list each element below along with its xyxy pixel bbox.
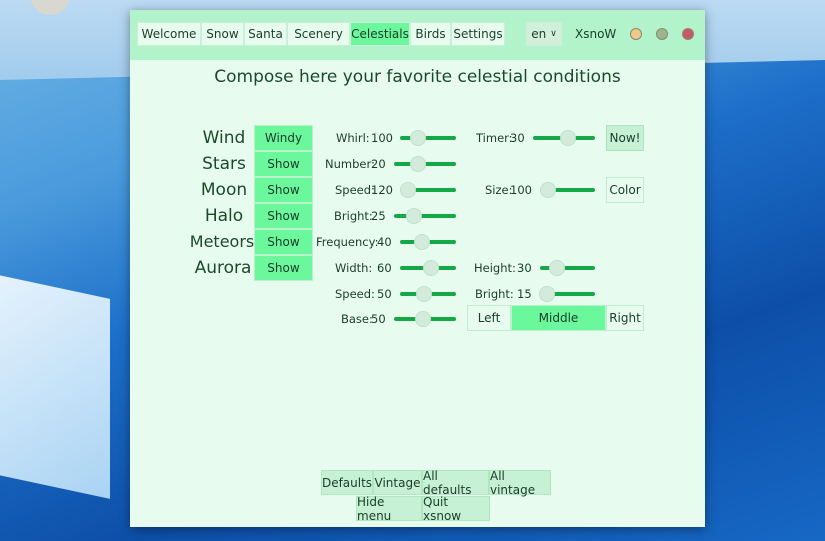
slider-handle[interactable]: [415, 311, 432, 327]
moon-speed-slider[interactable]: [399, 182, 456, 198]
timer-value: 30: [510, 131, 525, 145]
slider-handle[interactable]: [410, 130, 427, 146]
label-moon: Moon: [200, 180, 248, 200]
slider-handle[interactable]: [399, 182, 416, 198]
aurora-width-value: 60: [377, 261, 392, 275]
tab-settings[interactable]: Settings: [451, 22, 505, 46]
maximize-button[interactable]: [656, 28, 668, 40]
aurora-base-slider[interactable]: [394, 311, 456, 327]
label-halo: Halo: [204, 206, 244, 226]
moon-show-button[interactable]: Show: [254, 177, 313, 203]
halo-bright-label: Bright:: [334, 209, 373, 223]
app-name: XsnoW: [575, 27, 617, 41]
tab-birds[interactable]: Birds: [410, 22, 451, 46]
aurora-base-value: 50: [371, 312, 386, 326]
moon-size-value: 100: [510, 183, 532, 197]
tab-welcome[interactable]: Welcome: [137, 22, 201, 46]
frequency-label: Frequency:: [316, 235, 379, 249]
aurora-height-slider[interactable]: [540, 260, 595, 276]
defaults-button[interactable]: Defaults: [321, 470, 373, 495]
wind-toggle-button[interactable]: Windy: [254, 125, 313, 151]
slider-handle[interactable]: [413, 234, 430, 250]
aurora-height-label: Height:: [474, 261, 516, 275]
title-bar: Welcome Snow Santa Scenery Celestials Bi…: [130, 10, 705, 60]
aurora-width-slider[interactable]: [400, 260, 456, 276]
timer-label: Timer:: [476, 131, 513, 145]
moon-speed-label: Speed:: [335, 183, 375, 197]
quit-button[interactable]: Quit xsnow: [422, 495, 490, 523]
tab-santa[interactable]: Santa: [244, 22, 287, 46]
number-value: 20: [371, 157, 386, 171]
slider-handle[interactable]: [538, 286, 555, 302]
aurora-bright-slider[interactable]: [538, 286, 595, 302]
meteors-show-button[interactable]: Show: [254, 229, 313, 255]
aurora-show-button[interactable]: Show: [254, 255, 313, 281]
stars-show-button[interactable]: Show: [254, 151, 313, 177]
moon-speed-value: 120: [371, 183, 393, 197]
aurora-height-value: 30: [517, 261, 532, 275]
moon-size-label: Size:: [485, 183, 513, 197]
minimize-button[interactable]: [630, 28, 642, 40]
align-middle-button[interactable]: Middle: [511, 305, 606, 331]
aurora-bright-value: 15: [517, 287, 532, 301]
slider-handle[interactable]: [422, 260, 439, 276]
timer-slider[interactable]: [533, 130, 595, 146]
moon-size-slider[interactable]: [540, 182, 595, 198]
language-select[interactable]: en ∨: [526, 22, 562, 46]
chevron-down-icon: ∨: [550, 29, 557, 39]
all-vintage-button[interactable]: All vintage: [489, 469, 551, 497]
whirl-slider[interactable]: [400, 130, 456, 146]
align-left-button[interactable]: Left: [467, 305, 511, 331]
slider-handle[interactable]: [540, 182, 557, 198]
slider-handle[interactable]: [405, 208, 422, 224]
now-button[interactable]: Now!: [606, 125, 644, 151]
halo-show-button[interactable]: Show: [254, 203, 313, 229]
halo-bright-value: 25: [371, 209, 386, 223]
label-stars: Stars: [202, 154, 246, 174]
xsnow-window: Welcome Snow Santa Scenery Celestials Bi…: [130, 10, 705, 527]
slider-handle[interactable]: [548, 260, 565, 276]
halo-bright-slider[interactable]: [394, 208, 456, 224]
aurora-width-label: Width:: [335, 261, 373, 275]
number-label: Number:: [325, 157, 375, 171]
desktop-iceberg: [0, 271, 110, 499]
whirl-value: 100: [371, 131, 393, 145]
all-defaults-button[interactable]: All defaults: [422, 469, 489, 497]
page-title: Compose here your favorite celestial con…: [214, 67, 621, 87]
align-right-button[interactable]: Right: [606, 305, 644, 331]
frequency-value: 40: [377, 235, 392, 249]
label-wind: Wind: [202, 128, 246, 148]
language-value: en: [531, 27, 547, 41]
stars-number-slider[interactable]: [394, 156, 456, 172]
slider-handle[interactable]: [410, 156, 427, 172]
aurora-bright-label: Bright:: [475, 287, 514, 301]
whirl-label: Whirl:: [336, 131, 370, 145]
hide-menu-button[interactable]: Hide menu: [356, 495, 422, 523]
aurora-speed-slider[interactable]: [400, 286, 456, 302]
tab-scenery[interactable]: Scenery: [287, 22, 350, 46]
meteors-frequency-slider[interactable]: [400, 234, 456, 250]
label-meteors: Meteors: [189, 232, 255, 251]
slider-handle[interactable]: [559, 130, 576, 146]
tab-celestials[interactable]: Celestials: [350, 22, 410, 46]
close-button[interactable]: [682, 28, 694, 40]
slider-handle[interactable]: [416, 286, 433, 302]
label-aurora: Aurora: [194, 258, 252, 278]
aurora-base-label: Base:: [341, 312, 373, 326]
aurora-speed-value: 50: [377, 287, 392, 301]
tab-snow[interactable]: Snow: [201, 22, 244, 46]
vintage-button[interactable]: Vintage: [373, 470, 422, 495]
aurora-speed-label: Speed:: [335, 287, 375, 301]
moon-color-button[interactable]: Color: [606, 177, 644, 203]
